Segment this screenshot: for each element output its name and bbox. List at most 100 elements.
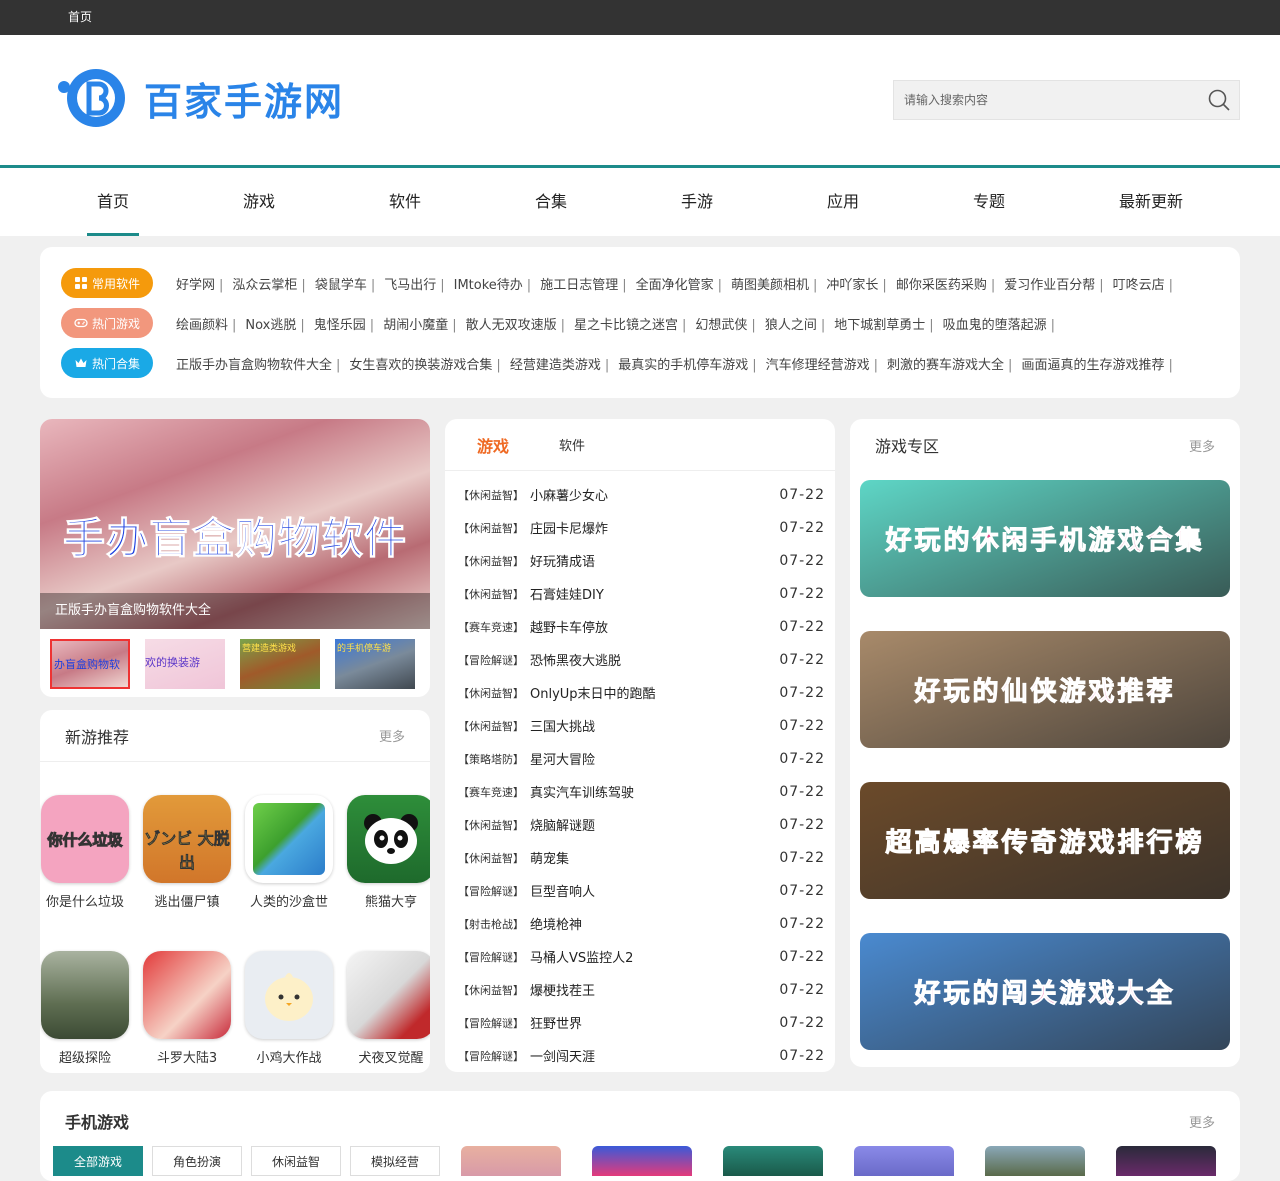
new-games-more-link[interactable]: 更多	[379, 726, 405, 745]
tag-link[interactable]: 好学网	[176, 278, 215, 293]
list-item-title[interactable]: 小麻薯少女心	[530, 485, 779, 504]
tag-link[interactable]: 冲吖家长	[826, 278, 878, 293]
tag-link[interactable]: 鬼怪乐园	[314, 318, 366, 333]
slider-caption[interactable]: 正版手办盲盒购物软件大全	[40, 593, 430, 629]
zone-banner[interactable]: 好玩的闯关游戏大全	[860, 933, 1230, 1050]
list-item-title[interactable]: 一剑闯天涯	[530, 1046, 779, 1065]
tag-link[interactable]: 幻想武侠	[695, 318, 747, 333]
list-item[interactable]: 【策略塔防】 星河大冒险 07-22	[458, 742, 825, 775]
nav-software[interactable]: 软件	[379, 168, 431, 236]
nav-games[interactable]: 游戏	[233, 168, 285, 236]
tag-link[interactable]: Nox逃脱	[245, 318, 296, 333]
nav-mobile-games[interactable]: 手游	[671, 168, 723, 236]
tag-link[interactable]: 地下城割草勇士	[834, 318, 925, 333]
list-item-title[interactable]: 恐怖黑夜大逃脱	[530, 650, 779, 669]
slider-main-image[interactable]: 手办盲盒购物软件 正版手办盲盒购物软件大全	[40, 419, 430, 629]
mobile-games-more-link[interactable]: 更多	[1189, 1112, 1215, 1131]
list-item-title[interactable]: 巨型音响人	[530, 881, 779, 900]
list-item[interactable]: 【冒险解谜】 一剑闯天涯 07-22	[458, 1039, 825, 1072]
tag-link[interactable]: 刺激的赛车游戏大全	[887, 358, 1004, 373]
tag-link[interactable]: 萌图美颜相机	[731, 278, 809, 293]
tag-link[interactable]: 经营建造类游戏	[510, 358, 601, 373]
list-item[interactable]: 【休闲益智】 三国大挑战 07-22	[458, 709, 825, 742]
nav-apps[interactable]: 应用	[817, 168, 869, 236]
game-thumb[interactable]	[592, 1146, 692, 1176]
app-item[interactable]: 人类的沙盒世	[244, 795, 334, 910]
app-item[interactable]: 小鸡大作战	[244, 951, 334, 1066]
list-item-title[interactable]: 烧脑解谜题	[530, 815, 779, 834]
list-item-title[interactable]: 越野卡车停放	[530, 617, 779, 636]
tag-link[interactable]: 飞马出行	[384, 278, 436, 293]
tab-games[interactable]: 游戏	[477, 433, 509, 457]
tag-link[interactable]: 全面净化管家	[636, 278, 714, 293]
tag-link[interactable]: 胡闹小魔童	[383, 318, 448, 333]
tag-link[interactable]: 邮你采医药采购	[896, 278, 987, 293]
tag-link[interactable]: 女生喜欢的换装游戏合集	[349, 358, 492, 373]
list-item[interactable]: 【冒险解谜】 马桶人VS监控人2 07-22	[458, 940, 825, 973]
list-item[interactable]: 【赛车竞速】 真实汽车训练驾驶 07-22	[458, 775, 825, 808]
game-thumb[interactable]	[854, 1146, 954, 1176]
list-item[interactable]: 【冒险解谜】 巨型音响人 07-22	[458, 874, 825, 907]
list-item[interactable]: 【休闲益智】 好玩猜成语 07-22	[458, 544, 825, 577]
nav-collections[interactable]: 合集	[525, 168, 577, 236]
tag-link[interactable]: 狼人之间	[765, 318, 817, 333]
zone-banner[interactable]: 好玩的休闲手机游戏合集	[860, 480, 1230, 597]
list-item-title[interactable]: 庄园卡尼爆炸	[530, 518, 779, 537]
search-button[interactable]	[1199, 81, 1239, 119]
list-item-title[interactable]: 绝境枪神	[530, 914, 779, 933]
zone-more-link[interactable]: 更多	[1189, 436, 1215, 455]
list-item[interactable]: 【射击枪战】 绝境枪神 07-22	[458, 907, 825, 940]
list-item-title[interactable]: 好玩猜成语	[530, 551, 779, 570]
tag-link[interactable]: 爱习作业百分帮	[1004, 278, 1095, 293]
game-thumb[interactable]	[723, 1146, 823, 1176]
tab-rpg[interactable]: 角色扮演	[152, 1146, 242, 1176]
tag-link[interactable]: 汽车修理经营游戏	[766, 358, 870, 373]
tag-link[interactable]: 散人无双攻速版	[466, 318, 557, 333]
list-item-title[interactable]: 石膏娃娃DIY	[530, 584, 779, 603]
list-item[interactable]: 【休闲益智】 小麻薯少女心 07-22	[458, 478, 825, 511]
nav-home[interactable]: 首页	[87, 168, 139, 236]
tag-link[interactable]: 袋鼠学车	[315, 278, 367, 293]
nav-latest[interactable]: 最新更新	[1111, 168, 1191, 236]
pill-common-software[interactable]: 常用软件	[61, 268, 153, 298]
tag-link[interactable]: 吸血鬼的堕落起源	[943, 318, 1047, 333]
app-item[interactable]: 犬夜叉觉醒	[346, 951, 430, 1066]
tag-link[interactable]: 最真实的手机停车游戏	[618, 358, 748, 373]
list-item-title[interactable]: 狂野世界	[530, 1013, 779, 1032]
zone-banner[interactable]: 超高爆率传奇游戏排行榜	[860, 782, 1230, 899]
app-item[interactable]: 斗罗大陆3	[142, 951, 232, 1066]
list-item-title[interactable]: 萌宠集	[530, 848, 779, 867]
list-item-title[interactable]: 三国大挑战	[530, 716, 779, 735]
list-item-title[interactable]: 马桶人VS监控人2	[530, 947, 779, 966]
app-item[interactable]: 熊猫大亨	[346, 795, 430, 910]
pill-hot-collections[interactable]: 热门合集	[61, 348, 153, 378]
tag-link[interactable]: 画面逼真的生存游戏推荐	[1021, 358, 1164, 373]
site-logo[interactable]: 百家手游网	[56, 69, 344, 167]
tag-link[interactable]: 星之卡比镜之迷宫	[574, 318, 678, 333]
tag-link[interactable]: 叮咚云店	[1113, 278, 1165, 293]
app-item[interactable]: 你什么垃圾 你是什么垃圾	[40, 795, 130, 910]
list-item[interactable]: 【休闲益智】 OnlyUp末日中的跑酷 07-22	[458, 676, 825, 709]
slider-thumb[interactable]: 办盲盒购物软	[50, 639, 130, 689]
tag-link[interactable]: IMtoke待办	[454, 278, 523, 293]
app-item[interactable]: 超级探险	[40, 951, 130, 1066]
app-item[interactable]: ゾンビ 大脱出 逃出僵尸镇	[142, 795, 232, 910]
slider-thumb[interactable]: 营建造类游戏	[240, 639, 320, 689]
tab-all-games[interactable]: 全部游戏	[53, 1146, 143, 1176]
list-item[interactable]: 【休闲益智】 萌宠集 07-22	[458, 841, 825, 874]
tab-simulation[interactable]: 模拟经营	[350, 1146, 440, 1176]
tab-software[interactable]: 软件	[559, 435, 585, 454]
list-item[interactable]: 【冒险解谜】 狂野世界 07-22	[458, 1006, 825, 1039]
top-home-link[interactable]: 首页	[68, 10, 92, 24]
list-item[interactable]: 【冒险解谜】 恐怖黑夜大逃脱 07-22	[458, 643, 825, 676]
list-item[interactable]: 【休闲益智】 庄园卡尼爆炸 07-22	[458, 511, 825, 544]
list-item-title[interactable]: 星河大冒险	[530, 749, 779, 768]
tag-link[interactable]: 正版手办盲盒购物软件大全	[176, 358, 332, 373]
slider-thumb[interactable]: 的手机停车游	[335, 639, 415, 689]
nav-topics[interactable]: 专题	[963, 168, 1015, 236]
tag-link[interactable]: 泓众云掌柜	[232, 278, 297, 293]
zone-banner[interactable]: 好玩的仙侠游戏推荐	[860, 631, 1230, 748]
search-input[interactable]	[894, 81, 1199, 119]
pill-hot-games[interactable]: 热门游戏	[61, 308, 153, 338]
game-thumb[interactable]	[985, 1146, 1085, 1176]
